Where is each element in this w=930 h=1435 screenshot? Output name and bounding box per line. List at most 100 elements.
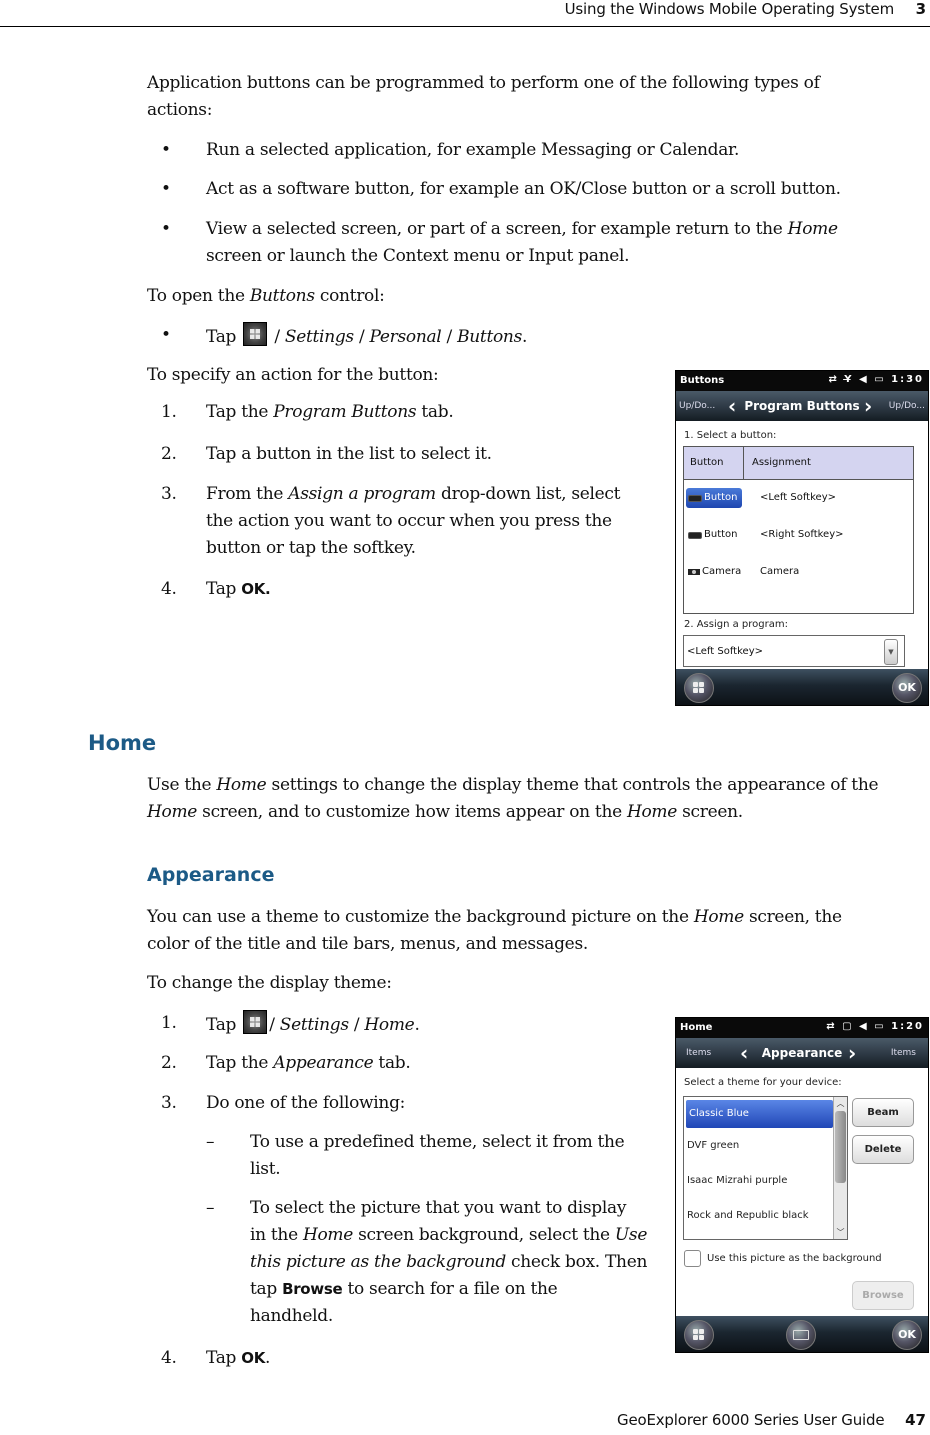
status-icon-glyphs: ⇄ ▢ ◀ ▭: [826, 1021, 886, 1032]
start-button[interactable]: [684, 1320, 714, 1350]
page-number: 47: [905, 1411, 926, 1429]
text-run: tab.: [373, 1053, 411, 1073]
step-text: Tap / Settings / Home.: [206, 1010, 420, 1039]
tab-bar: Up/Do... ‹ Program Buttons › Up/Do...: [676, 391, 928, 421]
windows-start-icon: [243, 1010, 268, 1034]
text-run: Tap: [206, 327, 237, 347]
status-icons: ⇄ Y̶ ◀ ▭ 1:30: [828, 374, 924, 385]
home-paragraph: Use the Home settings to change the disp…: [147, 772, 879, 826]
step-number: 4.: [161, 579, 177, 599]
emphasis: Home: [693, 907, 744, 927]
intro-line: Application buttons can be programmed to…: [147, 73, 820, 93]
browse-button[interactable]: Browse: [852, 1281, 914, 1310]
intro-line: actions:: [147, 100, 213, 120]
text-run: /: [269, 1015, 280, 1035]
open-buttons-lead: To open the Buttons control:: [147, 283, 385, 310]
theme-list[interactable]: Classic Blue DVF green Isaac Mizrahi pur…: [683, 1096, 848, 1240]
button-cell[interactable]: Button: [686, 525, 742, 545]
assign-program-dropdown[interactable]: <Left Softkey> ▼: [683, 635, 905, 667]
column-header-assignment[interactable]: Assignment: [752, 447, 811, 479]
beam-button[interactable]: Beam: [852, 1098, 914, 1127]
table-row[interactable]: Camera Camera: [684, 554, 913, 591]
bullet-marker: •: [161, 140, 171, 160]
step-text: Tap OK.: [206, 1345, 270, 1372]
emphasis: Home: [302, 1225, 353, 1245]
emphasis: Home: [147, 802, 198, 822]
button-cell[interactable]: Camera: [686, 562, 745, 582]
checkbox-label: Use this picture as the background: [707, 1253, 882, 1264]
text-run: You can use a theme to customize the bac…: [147, 907, 694, 927]
ui-label-ok: OK.: [241, 580, 271, 598]
button-name: Button: [704, 492, 738, 503]
chevron-right-icon[interactable]: ›: [848, 1041, 856, 1065]
scroll-thumb[interactable]: [835, 1111, 846, 1183]
keyboard-button[interactable]: [786, 1320, 816, 1350]
screen-content: 1. Select a button: Button Assignment Bu…: [676, 421, 928, 669]
emphasis: Personal: [369, 327, 442, 347]
change-theme-lead: To change the display theme:: [147, 973, 392, 993]
text-run: to search for a file on the: [342, 1279, 558, 1299]
text-line: You can use a theme to customize the bac…: [147, 904, 842, 931]
step-number: 1.: [161, 1013, 177, 1033]
column-header-button[interactable]: Button: [684, 447, 744, 479]
dropdown-arrow-icon[interactable]: ▼: [884, 639, 898, 665]
sub-step-text: To select the picture that you want to d…: [250, 1195, 647, 1330]
theme-list-item[interactable]: Classic Blue: [686, 1100, 833, 1128]
tab-next[interactable]: Up/Do...: [889, 401, 925, 411]
step-text: Tap a button in the list to select it.: [206, 444, 492, 464]
scroll-down-icon[interactable]: ﹀: [834, 1227, 847, 1238]
emphasis: Buttons: [249, 286, 315, 306]
key-icon: [688, 531, 702, 539]
scroll-up-icon[interactable]: ︿: [834, 1098, 847, 1109]
windows-start-icon: [243, 322, 268, 346]
text-line: color of the title and tile bars, menus,…: [147, 934, 588, 954]
section-heading-appearance: Appearance: [147, 864, 275, 886]
theme-list-item[interactable]: Isaac Mizrahi purple: [684, 1163, 847, 1198]
text-run: screen background, select the: [352, 1225, 615, 1245]
emphasis: Home: [626, 802, 677, 822]
status-icons: ⇄ ▢ ◀ ▭ 1:20: [826, 1021, 924, 1032]
ok-button[interactable]: OK: [892, 673, 922, 703]
step-number: 3.: [161, 484, 177, 504]
chevron-right-icon[interactable]: ›: [864, 394, 872, 418]
specify-action-lead: To specify an action for the button:: [147, 365, 439, 385]
background-checkbox[interactable]: [684, 1250, 701, 1267]
bullet-text: Run a selected application, for example …: [206, 140, 740, 160]
step-number: 3.: [161, 1093, 177, 1113]
text-run: tap: [250, 1279, 283, 1299]
text-run: To open the: [147, 286, 250, 306]
emphasis: this picture as the background: [250, 1252, 506, 1272]
text-run: .: [522, 327, 528, 347]
delete-button[interactable]: Delete: [852, 1135, 914, 1164]
text-run: list.: [250, 1159, 281, 1179]
guide-title: GeoExplorer 6000 Series User Guide: [617, 1411, 885, 1429]
table-row[interactable]: Button <Left Softkey>: [684, 480, 913, 517]
start-button[interactable]: [684, 673, 714, 703]
step-number: 2.: [161, 444, 177, 464]
tab-next[interactable]: Items: [891, 1048, 916, 1058]
table-row[interactable]: Button <Right Softkey>: [684, 517, 913, 554]
step-text: Tap the Appearance tab.: [206, 1050, 411, 1077]
ok-button[interactable]: OK: [892, 1320, 922, 1350]
bullet-text: View a selected screen, or part of a scr…: [206, 216, 838, 270]
section-heading-home: Home: [88, 731, 157, 755]
text-run: From the: [206, 484, 289, 504]
running-head-title: Using the Windows Mobile Operating Syste…: [564, 0, 895, 18]
text-run: settings to change the display theme tha…: [266, 775, 879, 795]
text-run: To use a predefined theme, select it fro…: [250, 1132, 625, 1152]
theme-list-item[interactable]: Rock and Republic black: [684, 1198, 847, 1233]
app-title: Buttons: [680, 375, 725, 386]
step-text: Tap the Program Buttons tab.: [206, 399, 454, 426]
bullet-text: Act as a software button, for example an…: [206, 179, 841, 199]
background-checkbox-row[interactable]: Use this picture as the background: [684, 1250, 882, 1267]
chapter-number: 3: [915, 0, 926, 18]
windows-logo-icon: [693, 1329, 705, 1341]
status-bar: Home ⇄ ▢ ◀ ▭ 1:20: [676, 1018, 928, 1038]
scrollbar[interactable]: ︿ ﹀: [833, 1097, 847, 1239]
button-cell[interactable]: Button: [686, 488, 742, 508]
text-run: screen.: [677, 802, 743, 822]
text-run: .: [414, 1015, 420, 1035]
theme-list-item[interactable]: DVF green: [684, 1128, 847, 1163]
text-run: screen, the: [743, 907, 842, 927]
text-run: Tap: [206, 1348, 242, 1368]
